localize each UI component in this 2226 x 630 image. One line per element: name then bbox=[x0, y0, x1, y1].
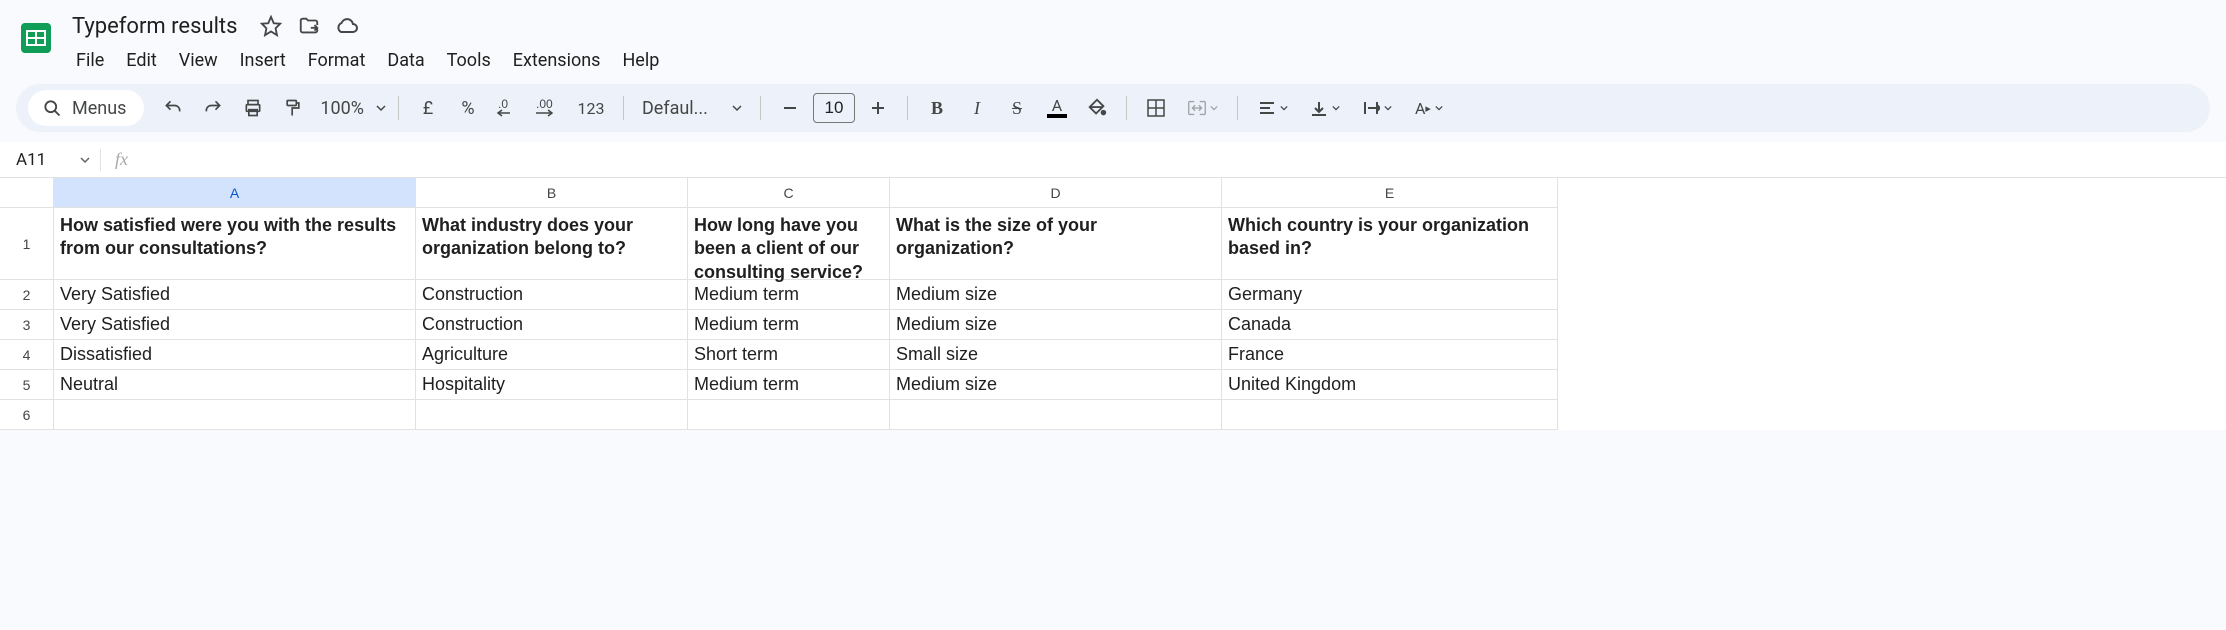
font-size-input[interactable] bbox=[813, 93, 855, 123]
row-header[interactable]: 3 bbox=[0, 310, 54, 340]
paint-format-button[interactable] bbox=[276, 91, 310, 125]
move-icon[interactable] bbox=[297, 14, 321, 38]
cell[interactable]: How satisfied were you with the results … bbox=[54, 208, 416, 280]
menu-extensions[interactable]: Extensions bbox=[503, 46, 611, 75]
text-rotation-button[interactable]: A▸ bbox=[1406, 91, 1452, 125]
row-header[interactable]: 5 bbox=[0, 370, 54, 400]
cell[interactable]: Medium term bbox=[688, 370, 890, 400]
horizontal-align-button[interactable] bbox=[1250, 91, 1296, 125]
menu-tools[interactable]: Tools bbox=[437, 46, 501, 75]
percent-button[interactable]: % bbox=[451, 91, 485, 125]
decrease-decimal-button[interactable]: .0 bbox=[491, 91, 525, 125]
zoom-dropdown[interactable]: 100% bbox=[316, 98, 386, 119]
document-title[interactable]: Typeform results bbox=[66, 12, 243, 41]
menu-format[interactable]: Format bbox=[298, 46, 376, 75]
cell[interactable] bbox=[1222, 400, 1558, 430]
cell[interactable]: Medium size bbox=[890, 280, 1222, 310]
spreadsheet-grid[interactable]: A B C D E 1 How satisfied were you with … bbox=[0, 178, 2226, 430]
cell[interactable]: Medium size bbox=[890, 370, 1222, 400]
cell[interactable]: Which country is your organization based… bbox=[1222, 208, 1558, 280]
cell[interactable]: Very Satisfied bbox=[54, 310, 416, 340]
row-header[interactable]: 6 bbox=[0, 400, 54, 430]
print-button[interactable] bbox=[236, 91, 270, 125]
formula-input[interactable] bbox=[142, 142, 2226, 177]
merge-cells-button[interactable] bbox=[1179, 91, 1225, 125]
cell[interactable]: Construction bbox=[416, 280, 688, 310]
cell[interactable]: Agriculture bbox=[416, 340, 688, 370]
cell[interactable] bbox=[688, 400, 890, 430]
italic-button[interactable]: I bbox=[960, 91, 994, 125]
cell[interactable]: Medium term bbox=[688, 310, 890, 340]
cell[interactable]: France bbox=[1222, 340, 1558, 370]
borders-button[interactable] bbox=[1139, 91, 1173, 125]
cell[interactable]: What is the size of your organization? bbox=[890, 208, 1222, 280]
cell[interactable]: Neutral bbox=[54, 370, 416, 400]
cell[interactable]: Small size bbox=[890, 340, 1222, 370]
svg-text:.0: .0 bbox=[498, 98, 508, 111]
toolbar: Menus 100% £ % .0 .00 123 Defaul... B I … bbox=[16, 84, 2210, 132]
star-icon[interactable] bbox=[259, 14, 283, 38]
undo-button[interactable] bbox=[156, 91, 190, 125]
menu-edit[interactable]: Edit bbox=[116, 46, 166, 75]
caret-down-icon bbox=[80, 155, 90, 165]
column-header[interactable]: C bbox=[688, 178, 890, 208]
menu-view[interactable]: View bbox=[169, 46, 228, 75]
cell[interactable] bbox=[890, 400, 1222, 430]
row-header[interactable]: 2 bbox=[0, 280, 54, 310]
cell[interactable]: Dissatisfied bbox=[54, 340, 416, 370]
strikethrough-button[interactable]: S bbox=[1000, 91, 1034, 125]
currency-button[interactable]: £ bbox=[411, 91, 445, 125]
cloud-status-icon[interactable] bbox=[335, 14, 359, 38]
column-header[interactable]: E bbox=[1222, 178, 1558, 208]
row-header[interactable]: 4 bbox=[0, 340, 54, 370]
cell[interactable]: United Kingdom bbox=[1222, 370, 1558, 400]
increase-font-size-button[interactable] bbox=[861, 91, 895, 125]
font-family-dropdown[interactable]: Defaul... bbox=[636, 98, 748, 119]
column-header[interactable]: D bbox=[890, 178, 1222, 208]
column-header[interactable]: B bbox=[416, 178, 688, 208]
cell[interactable]: Short term bbox=[688, 340, 890, 370]
cell[interactable]: Canada bbox=[1222, 310, 1558, 340]
more-formats-button[interactable]: 123 bbox=[571, 91, 611, 125]
redo-button[interactable] bbox=[196, 91, 230, 125]
cell[interactable]: What industry does your organization bel… bbox=[416, 208, 688, 280]
cell[interactable] bbox=[416, 400, 688, 430]
cell[interactable]: Medium size bbox=[890, 310, 1222, 340]
name-box[interactable]: A11 bbox=[0, 150, 100, 170]
fx-icon: fx bbox=[101, 149, 142, 170]
caret-down-icon bbox=[376, 103, 386, 113]
increase-decimal-button[interactable]: .00 bbox=[531, 91, 565, 125]
menu-insert[interactable]: Insert bbox=[230, 46, 296, 75]
menu-file[interactable]: File bbox=[66, 46, 114, 75]
column-header[interactable]: A bbox=[54, 178, 416, 208]
fill-color-button[interactable] bbox=[1080, 91, 1114, 125]
caret-down-icon bbox=[732, 103, 742, 113]
cell[interactable]: Medium term bbox=[688, 280, 890, 310]
menu-help[interactable]: Help bbox=[612, 46, 669, 75]
cell[interactable] bbox=[54, 400, 416, 430]
cell[interactable]: Germany bbox=[1222, 280, 1558, 310]
cell[interactable]: Construction bbox=[416, 310, 688, 340]
decrease-font-size-button[interactable] bbox=[773, 91, 807, 125]
menu-data[interactable]: Data bbox=[377, 46, 434, 75]
vertical-align-button[interactable] bbox=[1302, 91, 1348, 125]
row-header[interactable]: 1 bbox=[0, 208, 54, 280]
cell[interactable]: How long have you been a client of our c… bbox=[688, 208, 890, 280]
menu-bar: File Edit View Insert Format Data Tools … bbox=[66, 44, 2210, 76]
search-menus[interactable]: Menus bbox=[28, 90, 144, 126]
cell[interactable]: Very Satisfied bbox=[54, 280, 416, 310]
sheets-logo[interactable] bbox=[16, 8, 56, 62]
search-icon bbox=[42, 98, 62, 118]
text-color-button[interactable]: A bbox=[1040, 91, 1074, 125]
app-header: Typeform results File Edit View Insert F… bbox=[0, 0, 2226, 76]
svg-text:.00: .00 bbox=[536, 98, 553, 111]
select-all-corner[interactable] bbox=[0, 178, 54, 208]
cell[interactable]: Hospitality bbox=[416, 370, 688, 400]
text-wrap-button[interactable] bbox=[1354, 91, 1400, 125]
menus-label: Menus bbox=[72, 98, 126, 119]
formula-bar: A11 fx bbox=[0, 142, 2226, 178]
bold-button[interactable]: B bbox=[920, 91, 954, 125]
